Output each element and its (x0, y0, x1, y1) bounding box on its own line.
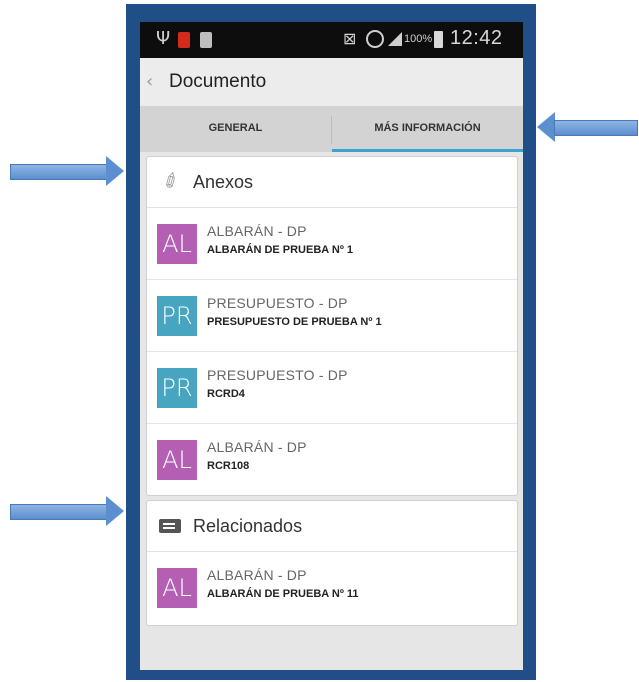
document-type: ALBARÁN - DP (207, 567, 307, 583)
document-type: PRESUPUESTO - DP (207, 367, 348, 383)
status-bar: Ψ ⊠ 100% 12:42 (140, 22, 523, 58)
anexo-item[interactable]: AL ALBARÁN - DP ALBARÁN DE PRUEBA Nº 1 (147, 208, 517, 280)
signal-icon (388, 32, 402, 46)
anexo-item[interactable]: PR PRESUPUESTO - DP PRESUPUESTO DE PRUEB… (147, 280, 517, 352)
anexos-card: ✐ Anexos AL ALBARÁN - DP ALBARÁN DE PRUE… (146, 156, 518, 496)
battery-percentage: 100% (404, 33, 433, 45)
document-type: ALBARÁN - DP (207, 439, 307, 455)
document-avatar: AL (157, 224, 197, 264)
annotation-arrow-tab (537, 112, 638, 142)
alarm-icon (366, 30, 384, 48)
active-tab-indicator (332, 149, 523, 152)
document-avatar: AL (157, 440, 197, 480)
document-name: RCRD4 (207, 388, 245, 400)
document-name: PRESUPUESTO DE PRUEBA Nº 1 (207, 316, 382, 328)
tab-general[interactable]: GENERAL (140, 106, 331, 152)
page-title: Documento (169, 71, 267, 92)
document-avatar: AL (157, 568, 197, 608)
document-avatar: PR (157, 368, 197, 408)
relacionados-title: Relacionados (193, 516, 303, 536)
sd-card-icon (200, 32, 212, 48)
tab-mas-informacion[interactable]: MÁS INFORMACIÓN (332, 106, 523, 152)
document-avatar: PR (157, 296, 197, 336)
app-notification-icon (178, 32, 190, 48)
tab-bar: GENERAL MÁS INFORMACIÓN (140, 106, 523, 152)
usb-icon: Ψ (156, 28, 171, 49)
anexos-header: ✐ Anexos (147, 157, 517, 208)
document-type: PRESUPUESTO - DP (207, 295, 348, 311)
anexo-item[interactable]: AL ALBARÁN - DP RCR108 (147, 424, 517, 495)
anexo-item[interactable]: PR PRESUPUESTO - DP RCRD4 (147, 352, 517, 424)
no-signal-icon: ⊠ (343, 29, 357, 48)
battery-icon (434, 31, 443, 48)
status-clock: 12:42 (450, 27, 503, 49)
annotation-arrow-anexos (10, 156, 125, 186)
chevron-left-icon[interactable]: ‹ (146, 71, 153, 92)
phone-screen: Ψ ⊠ 100% 12:42 ‹ Documento GENERAL MÁS I… (140, 22, 523, 670)
paperclip-icon: ✐ (158, 166, 185, 196)
document-name: ALBARÁN DE PRUEBA Nº 11 (207, 588, 359, 600)
document-name: RCR108 (207, 460, 250, 472)
list-icon (159, 519, 181, 533)
document-type: ALBARÁN - DP (207, 223, 307, 239)
annotation-arrow-relacionados (10, 496, 125, 526)
anexos-title: Anexos (193, 172, 254, 192)
document-name: ALBARÁN DE PRUEBA Nº 1 (207, 244, 354, 256)
relacionado-item[interactable]: AL ALBARÁN - DP ALBARÁN DE PRUEBA Nº 11 (147, 552, 517, 623)
relacionados-header: Relacionados (147, 501, 517, 552)
action-bar: ‹ Documento (140, 58, 523, 106)
relacionados-card: Relacionados AL ALBARÁN - DP ALBARÁN DE … (146, 500, 518, 626)
